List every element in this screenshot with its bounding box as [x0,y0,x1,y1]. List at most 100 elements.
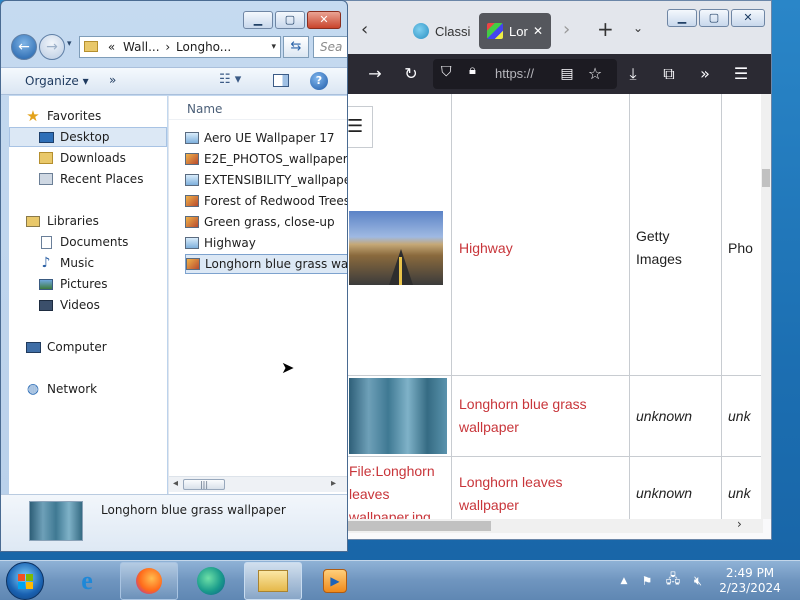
scroll-thumb[interactable] [762,169,770,187]
file-item-selected[interactable]: Longhorn blue grass wallpaper [185,254,347,274]
file-item[interactable]: E2E_PHOTOS_wallpaper [185,149,347,169]
address-dropdown-icon[interactable]: ▾ [271,37,276,57]
computer-icon [25,340,41,354]
file-item[interactable]: Highway [185,233,347,253]
media-player-icon: ▶ [323,569,347,593]
name-column-header[interactable]: Name ˆ [169,96,347,120]
recent-pages-icon[interactable]: ▾ [67,39,72,49]
view-options-icon[interactable]: ☷ ▾ [219,72,241,87]
scroll-right-icon[interactable]: › [737,517,742,531]
extensions-icon[interactable]: ⧉ [657,54,681,94]
file-item[interactable]: EXTENSIBILITY_wallpaper [185,170,347,190]
nav-favorites[interactable]: ★ Favorites [25,106,167,126]
show-hidden-icons-icon[interactable]: ▲ [616,561,632,600]
overflow-menu-icon[interactable]: » [693,54,717,94]
title-link[interactable]: Longhorn blue grass wallpaper [459,393,621,439]
tab-close-icon[interactable]: ✕ [533,24,543,38]
forward-icon[interactable]: → [363,54,387,94]
nav-recent-places[interactable]: Recent Places [38,169,167,189]
scroll-right-icon[interactable]: ▸ [331,478,336,489]
command-bar: Organize ▾ » ☷ ▾ ? [1,67,347,95]
more-commands-button[interactable]: » [109,73,116,87]
media-player-button[interactable]: ▶ [306,562,364,600]
file-item[interactable]: Aero UE Wallpaper 17 [185,128,347,148]
hamburger-menu-button[interactable]: ☰ [345,106,373,148]
preview-pane-icon[interactable] [273,74,289,87]
close-button[interactable]: ✕ [307,11,341,29]
close-button[interactable]: ✕ [731,9,765,27]
nav-desktop[interactable]: Desktop [9,127,167,147]
network-icon: ◍ [26,381,40,397]
search-input[interactable]: Sea [313,36,347,58]
explorer-button[interactable] [244,562,302,600]
firefox-button[interactable] [120,562,178,600]
forward-button[interactable]: → [39,34,65,60]
reload-icon[interactable]: ↻ [399,54,423,94]
scroll-left-icon[interactable]: ◂ [173,478,178,489]
breadcrumb-longhorn[interactable]: Longho... [176,40,231,54]
music-icon: ♪ [41,255,51,271]
organize-button[interactable]: Organize ▾ [25,74,89,88]
folder-icon [84,41,98,52]
refresh-button[interactable]: ⇆ [283,36,309,58]
back-button[interactable]: ← [11,34,37,60]
file-item[interactable]: Green grass, close-up [185,212,347,232]
edge-button[interactable] [182,562,240,600]
nav-videos[interactable]: Videos [38,295,167,315]
nav-pictures[interactable]: Pictures [38,274,167,294]
file-link[interactable]: File:Longhorn leaves wallpaper.jpg [349,460,449,519]
title-link[interactable]: Longhorn leaves wallpaper [459,471,621,517]
star-icon: ★ [26,107,40,125]
reader-view-icon[interactable]: ▤ [555,54,579,94]
maximize-button[interactable]: ▢ [699,9,729,27]
author-cell: Getty Images [636,228,682,267]
nav-downloads[interactable]: Downloads [38,148,167,168]
nav-computer[interactable]: Computer [25,337,167,357]
tab-scroll-right-icon[interactable]: › [563,19,570,40]
app-menu-button[interactable]: ☰ [729,54,753,94]
nav-libraries[interactable]: Libraries [25,211,167,231]
volume-muted-icon[interactable]: 🔇︎ [688,561,708,600]
title-link[interactable]: Highway [459,237,513,260]
photo-file-icon [186,258,200,270]
maximize-button[interactable]: ▢ [275,11,305,29]
longhorn-blue-thumbnail[interactable] [349,378,447,454]
globe-icon [413,23,429,39]
downloads-icon[interactable]: ⤓ [621,54,645,94]
photo-file-icon [185,195,199,207]
nav-documents[interactable]: Documents [38,232,167,252]
file-item[interactable]: Forest of Redwood Trees [185,191,347,211]
action-center-flag-icon[interactable]: ⚑ [638,561,656,600]
help-icon[interactable]: ? [310,72,328,90]
nav-music[interactable]: ♪ Music [38,253,167,273]
highway-thumbnail[interactable] [349,211,443,285]
minimize-button[interactable]: ▁ [667,9,697,27]
horizontal-scrollbar[interactable]: ◂ ||| ▸ [169,476,347,492]
minimize-button[interactable]: ▁ [243,11,273,29]
license-cell: unk [728,485,751,501]
nav-network[interactable]: ◍ Network [25,379,167,399]
vertical-scrollbar[interactable] [761,94,771,519]
scroll-thumb[interactable] [345,521,491,531]
license-cell: Pho [728,240,753,256]
nav-toolbar: → ↻ ⛉ 🔒︎ https:// ▤ ☆ ⤓ ⧉ » ☰ [331,54,771,94]
scroll-thumb[interactable]: ||| [183,479,225,490]
tab-list-back-icon[interactable]: ‹ [361,19,368,40]
bookmark-star-icon[interactable]: ☆ [583,54,607,94]
clock-time: 2:49 PM [725,566,775,580]
tab-longhorn[interactable]: Lor ✕ [479,13,551,49]
taskbar: e ▶ ▲ ⚑ 🖧 🔇︎ 2:49 PM 2/23/2024 [0,560,800,600]
breadcrumb-wallpapers[interactable]: Wall... [123,40,160,54]
tab-classic[interactable]: Classi [403,13,473,49]
internet-explorer-button[interactable]: e [58,562,116,600]
horizontal-scrollbar[interactable]: › [331,517,763,533]
downloads-folder-icon [38,151,54,165]
network-tray-icon[interactable]: 🖧 [662,561,684,600]
start-orb-icon[interactable] [6,562,44,600]
license-cell: unk [728,408,751,424]
list-all-tabs-icon[interactable]: ⌄ [633,21,643,35]
address-bar[interactable]: « Wall... › Longho... ▾ [79,36,281,58]
new-tab-button[interactable]: + [597,17,614,41]
recent-places-icon [38,172,54,186]
clock[interactable]: 2:49 PM 2/23/2024 [714,561,786,600]
